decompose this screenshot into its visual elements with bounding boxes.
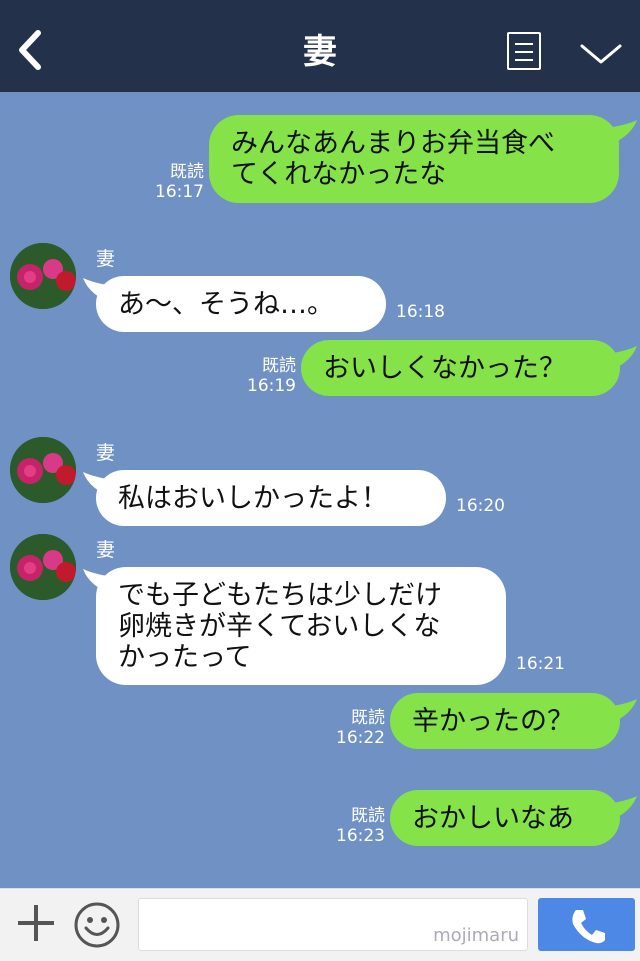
outgoing-message[interactable]: みんなあんまりお弁当食べ てくれなかったな [209,115,619,203]
page-title: 妻 [303,32,337,72]
outgoing-message[interactable]: おかしいなあ [390,790,620,846]
bubble-tail [604,699,637,725]
incoming-message[interactable]: あ～、そうね…。 [96,276,386,332]
call-button[interactable] [538,898,635,951]
message-meta: 既読 16:17 [155,162,204,202]
sender-name: 妻 [96,248,116,270]
message-list[interactable]: 既読 16:17 みんなあんまりお弁当食べ てくれなかったな 妻 あ～、そうね…。 … [0,92,640,888]
incoming-message[interactable]: でも子どもたちは少しだけ 卵焼きが辛くておいしくな かったって [96,567,506,685]
bubble-tail [604,796,637,822]
message-time: 16:18 [396,302,445,322]
menu-list-icon[interactable] [507,32,541,70]
bubble-tail [604,120,637,146]
chevron-down-icon[interactable] [578,40,624,68]
sender-name: 妻 [96,442,116,464]
smiley-icon[interactable] [73,901,121,949]
outgoing-message[interactable]: 辛かったの？ [390,693,620,749]
sender-name: 妻 [96,539,116,561]
avatar[interactable] [10,534,76,600]
message-time: 16:21 [516,654,565,674]
watermark-text: mojimaru [433,925,519,946]
phone-icon [572,910,605,944]
message-meta: 既読 16:23 [336,806,385,846]
message-time: 16:20 [456,496,505,516]
outgoing-message[interactable]: おいしくなかった？ [301,340,620,396]
rose-avatar-icon [10,437,76,503]
message-input[interactable]: mojimaru [138,898,528,951]
rose-avatar-icon [10,243,76,309]
bubble-tail [604,346,637,372]
message-meta: 既読 16:19 [247,356,296,396]
plus-icon[interactable] [16,903,56,943]
incoming-message[interactable]: 私はおいしかったよ！ [96,470,446,526]
rose-avatar-icon [10,534,76,600]
message-meta: 既読 16:22 [336,708,385,748]
avatar[interactable] [10,437,76,503]
chat-header: 妻 [0,0,640,92]
avatar[interactable] [10,243,76,309]
composer-bar: mojimaru [0,888,640,961]
